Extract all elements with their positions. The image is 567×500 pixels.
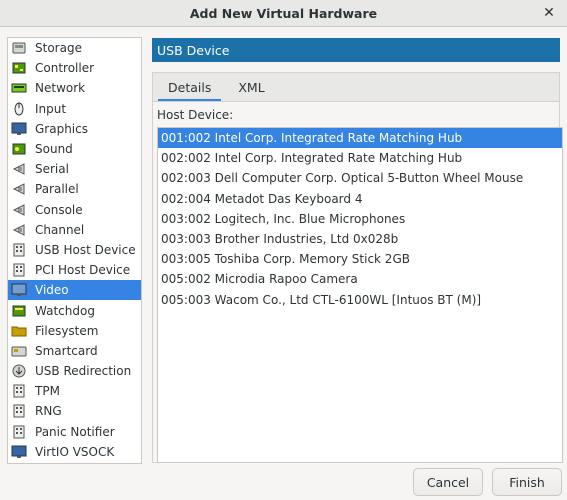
sidebar-item-label: Sound (35, 142, 73, 157)
mouse-icon (11, 101, 27, 117)
pci-host-icon (11, 262, 27, 278)
rng-icon (11, 403, 27, 419)
sidebar-item-sound[interactable]: Sound (8, 139, 141, 159)
display-icon (11, 121, 27, 137)
sidebar-item-network[interactable]: Network (8, 78, 141, 98)
sidebar-item-graphics[interactable]: Graphics (8, 119, 141, 139)
console-icon (11, 202, 27, 218)
title-bar: Add New Virtual Hardware ✕ (0, 0, 567, 27)
sidebar-item-label: Parallel (35, 182, 79, 197)
sidebar-item-storage[interactable]: Storage (8, 38, 141, 58)
sidebar-item-tpm[interactable]: TPM (8, 381, 141, 401)
list-item[interactable]: 003:005 Toshiba Corp. Memory Stick 2GB (158, 249, 562, 269)
host-device-list[interactable]: 001:002 Intel Corp. Integrated Rate Matc… (157, 127, 563, 463)
sidebar-item-label: USB Redirection (35, 364, 132, 379)
folder-icon (11, 323, 27, 339)
sidebar-item-rng[interactable]: RNG (8, 401, 141, 421)
parallel-icon (11, 181, 27, 197)
sidebar-item-smartcard[interactable]: Smartcard (8, 341, 141, 361)
sidebar-item-controller[interactable]: Controller (8, 58, 141, 78)
usb-host-icon (11, 242, 27, 258)
finish-button-label: Finish (509, 474, 545, 490)
list-item[interactable]: 005:002 Microdia Rapoo Camera (158, 269, 562, 289)
watchdog-icon (11, 303, 27, 319)
sidebar-item-label: Panic Notifier (35, 424, 115, 439)
sidebar-item-usb-host-device[interactable]: USB Host Device (8, 240, 141, 260)
network-icon (11, 80, 27, 96)
tab-bar: Details XML (152, 72, 560, 102)
window-title: Add New Virtual Hardware (189, 5, 378, 21)
sidebar-item-panic-notifier[interactable]: Panic Notifier (8, 422, 141, 442)
sidebar-item-label: Graphics (35, 121, 88, 136)
sidebar-item-serial[interactable]: Serial (8, 159, 141, 179)
sidebar-item-label: Controller (35, 61, 95, 76)
sidebar-item-label: Serial (35, 162, 69, 177)
host-device-label: Host Device: (157, 108, 234, 122)
serial-icon (11, 161, 27, 177)
vsock-icon (11, 444, 27, 460)
tab-details[interactable]: Details (156, 73, 223, 102)
list-item[interactable]: 003:003 Brother Industries, Ltd 0x028b (158, 229, 562, 249)
panic-notifier-icon (11, 424, 27, 440)
sidebar-item-pci-host-device[interactable]: PCI Host Device (8, 260, 141, 280)
sidebar-item-label: Console (35, 202, 83, 217)
list-item[interactable]: 002:002 Intel Corp. Integrated Rate Matc… (158, 148, 562, 168)
sidebar-item-label: RNG (35, 404, 62, 419)
tab-details-label: Details (168, 80, 212, 95)
cancel-button[interactable]: Cancel (413, 468, 483, 496)
cancel-button-label: Cancel (426, 474, 470, 490)
sidebar-item-label: Channel (35, 222, 85, 237)
sidebar-item-label: VirtIO VSOCK (35, 444, 115, 459)
sidebar-item-filesystem[interactable]: Filesystem (8, 321, 141, 341)
close-icon[interactable]: ✕ (540, 4, 558, 22)
list-item[interactable]: 003:002 Logitech, Inc. Blue Microphones (158, 209, 562, 229)
sidebar-item-input[interactable]: Input (8, 99, 141, 119)
device-header: USB Device (152, 38, 560, 62)
tab-xml[interactable]: XML (226, 73, 276, 102)
storage-icon (11, 40, 27, 56)
list-item[interactable]: 001:002 Intel Corp. Integrated Rate Matc… (158, 128, 562, 149)
sidebar-item-label: Storage (35, 41, 82, 56)
list-item[interactable]: 002:004 Metadot Das Keyboard 4 (158, 189, 562, 209)
sidebar-item-video[interactable]: Video (8, 280, 141, 301)
sidebar-item-label: Smartcard (35, 343, 98, 358)
sidebar-item-label: Input (35, 101, 67, 116)
sidebar-item-label: Filesystem (35, 323, 99, 338)
device-header-title: USB Device (157, 42, 230, 58)
sidebar-item-virtio-vsock[interactable]: VirtIO VSOCK (8, 442, 141, 462)
list-item[interactable]: 005:003 Wacom Co., Ltd CTL-6100WL [Intuo… (158, 290, 562, 310)
sidebar-item-usb-redirection[interactable]: USB Redirection (8, 361, 141, 381)
usb-redirection-icon (11, 363, 27, 379)
tpm-icon (11, 383, 27, 399)
sidebar-item-label: USB Host Device (35, 242, 136, 257)
sidebar-item-label: Network (35, 81, 86, 96)
sidebar-item-watchdog[interactable]: Watchdog (8, 300, 141, 320)
sidebar-item-label: Video (35, 283, 69, 298)
hardware-type-list: Storage Controller Network Input Graphics Sou… (7, 37, 142, 464)
details-panel: Host Device: 001:002 Intel Corp. Integra… (152, 101, 563, 463)
sidebar-item-label: Watchdog (35, 303, 95, 318)
controller-icon (11, 60, 27, 76)
sidebar-item-parallel[interactable]: Parallel (8, 179, 141, 199)
sound-icon (11, 141, 27, 157)
list-item[interactable]: 002:003 Dell Computer Corp. Optical 5-Bu… (158, 168, 562, 188)
sidebar-item-label: TPM (35, 384, 60, 399)
tab-xml-label: XML (238, 80, 265, 95)
sidebar-item-console[interactable]: Console (8, 200, 141, 220)
channel-icon (11, 222, 27, 238)
finish-button[interactable]: Finish (492, 468, 562, 496)
sidebar-item-label: PCI Host Device (35, 263, 131, 278)
video-icon (11, 282, 27, 298)
smartcard-icon (11, 343, 27, 359)
sidebar-item-channel[interactable]: Channel (8, 220, 141, 240)
